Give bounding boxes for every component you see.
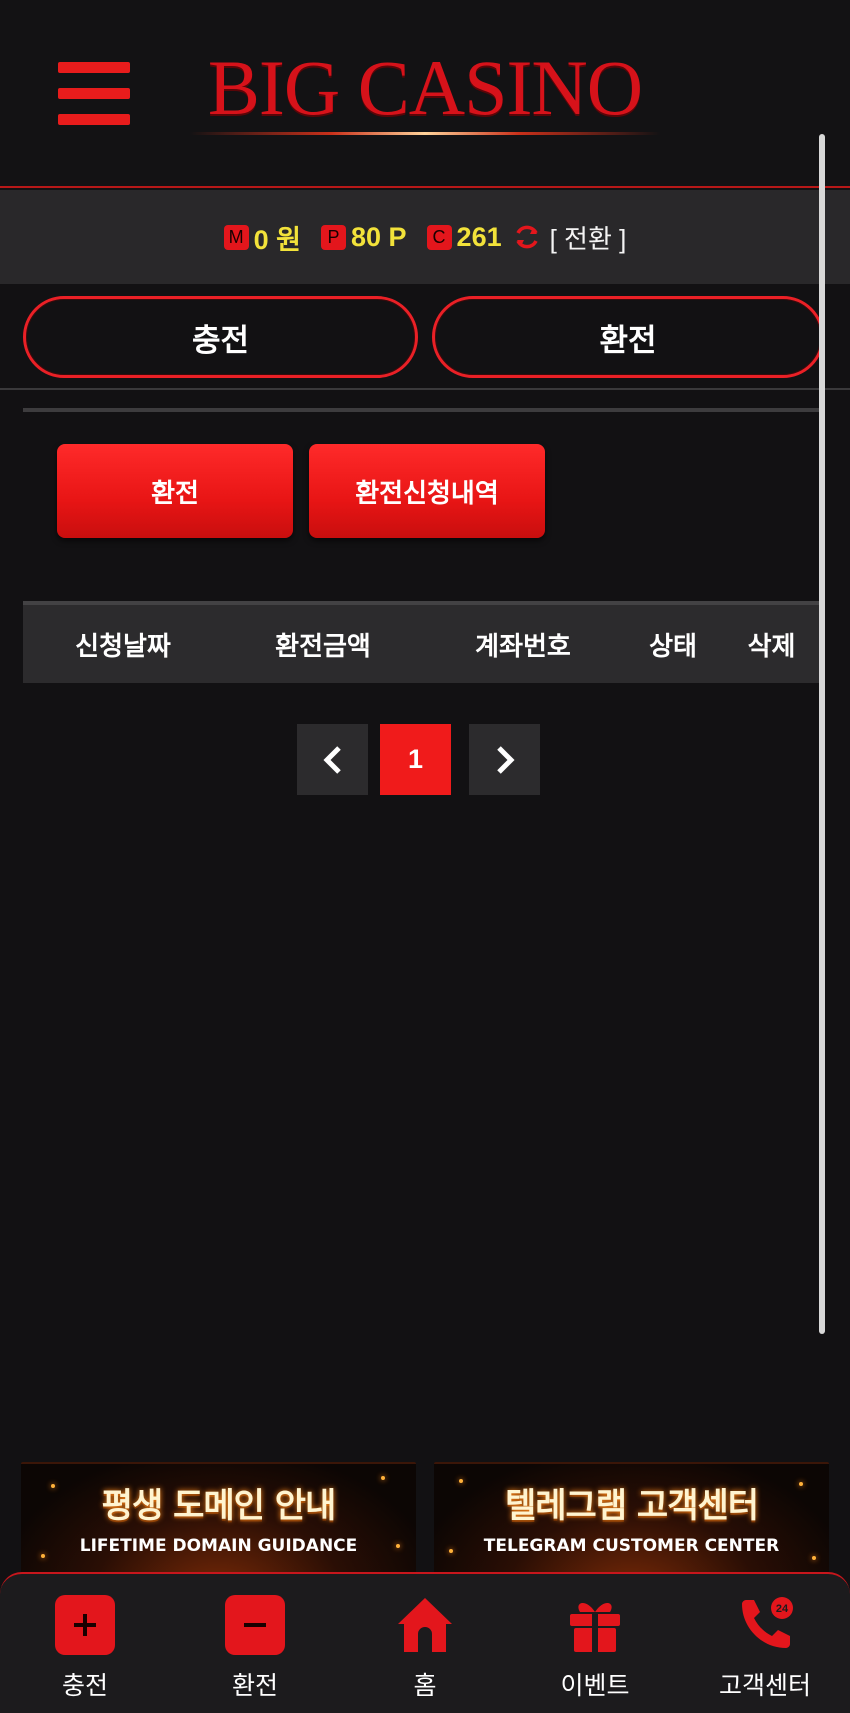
exchange-history-button[interactable]: 환전신청내역 xyxy=(309,444,545,538)
column-header-account: 계좌번호 xyxy=(475,631,571,662)
money-value: 0 원 xyxy=(253,224,301,255)
column-header-date: 신청날짜 xyxy=(75,631,171,662)
plus-icon xyxy=(54,1594,116,1656)
menu-icon[interactable] xyxy=(58,62,130,126)
chevron-right-icon xyxy=(496,745,515,774)
casino-value: 261 xyxy=(456,221,502,252)
nav-item-charge[interactable]: 충전 xyxy=(0,1574,170,1713)
banner-title: 평생 도메인 안내 xyxy=(101,1486,337,1526)
telegram-support-banner[interactable]: 텔레그램 고객센터 TELEGRAM CUSTOMER CENTER xyxy=(434,1462,829,1574)
nav-item-home[interactable]: 홈 xyxy=(340,1574,510,1713)
table-header: 신청날짜 환전금액 계좌번호 상태 삭제 xyxy=(23,601,820,683)
nav-label: 이벤트 xyxy=(560,1671,630,1700)
logo-text: BIG CASINO xyxy=(207,44,643,131)
page-number-button[interactable]: 1 xyxy=(380,724,451,795)
bottom-nav: 충전 환전 홈 이벤트 24 고객센터 xyxy=(0,1572,850,1713)
banner-subtitle: LIFETIME DOMAIN GUIDANCE xyxy=(79,1536,358,1556)
tab-bar: 충전 환전 xyxy=(0,294,850,390)
gift-icon xyxy=(564,1594,626,1656)
page: BIG CASINO M 0 원 P 80 P C 261 [ 전환 ] 충전 xyxy=(0,0,850,1713)
nav-label: 충전 xyxy=(61,1671,108,1700)
column-header-amount: 환전금액 xyxy=(275,631,371,662)
convert-link[interactable]: [ 전환 ] xyxy=(550,219,627,256)
minus-icon xyxy=(224,1594,286,1656)
nav-item-exchange[interactable]: 환전 xyxy=(170,1574,340,1713)
casino-badge: C xyxy=(426,224,452,250)
balance-bar: M 0 원 P 80 P C 261 [ 전환 ] xyxy=(0,190,850,284)
divider xyxy=(0,388,850,390)
column-header-delete: 삭제 xyxy=(747,631,796,662)
tab-charge[interactable]: 충전 xyxy=(23,296,418,378)
nav-item-event[interactable]: 이벤트 xyxy=(510,1574,680,1713)
divider xyxy=(23,408,820,412)
header: BIG CASINO xyxy=(0,0,850,188)
money-balance: M 0 원 xyxy=(223,218,301,257)
banner-subtitle: TELEGRAM CUSTOMER CENTER xyxy=(483,1536,780,1556)
exchange-button[interactable]: 환전 xyxy=(57,444,293,538)
chevron-left-icon xyxy=(322,745,341,774)
domain-guide-banner[interactable]: 평생 도메인 안내 LIFETIME DOMAIN GUIDANCE xyxy=(21,1462,416,1574)
refresh-icon[interactable] xyxy=(512,222,542,252)
point-badge: P xyxy=(321,224,346,250)
nav-label: 고객센터 xyxy=(718,1671,811,1700)
tab-exchange[interactable]: 환전 xyxy=(432,296,824,378)
prev-page-button[interactable] xyxy=(297,724,368,795)
phone-24-icon: 24 xyxy=(734,1594,796,1656)
point-value: 80 P xyxy=(351,221,407,252)
nav-label: 환전 xyxy=(231,1671,278,1700)
logo-underline xyxy=(190,132,660,135)
next-page-button[interactable] xyxy=(469,724,540,795)
logo[interactable]: BIG CASINO xyxy=(190,46,660,138)
banner-title: 텔레그램 고객센터 xyxy=(504,1486,759,1526)
scrollbar[interactable] xyxy=(819,134,825,1334)
svg-text:24: 24 xyxy=(776,1603,789,1615)
nav-item-support[interactable]: 24 고객센터 xyxy=(680,1574,850,1713)
column-header-status: 상태 xyxy=(649,631,697,662)
money-badge: M xyxy=(223,224,249,250)
home-icon xyxy=(394,1594,456,1656)
nav-label: 홈 xyxy=(413,1671,437,1700)
point-balance: P 80 P xyxy=(321,222,407,253)
casino-balance: C 261 [ 전환 ] xyxy=(426,219,627,256)
